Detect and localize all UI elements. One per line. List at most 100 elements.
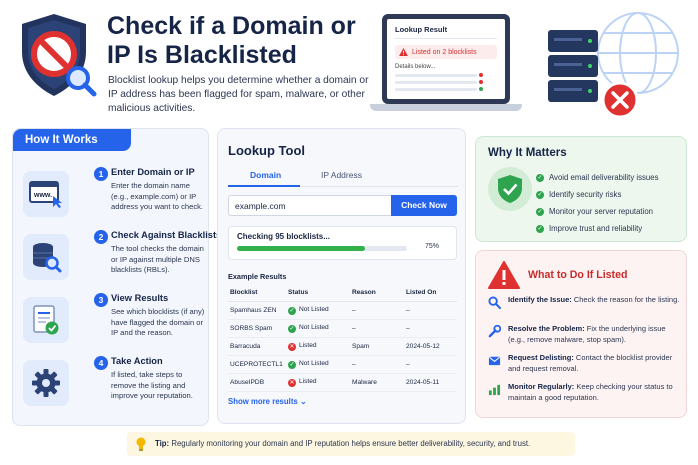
how-it-works-card: How It Works www. 1 Enter Domain or IP E… xyxy=(12,128,221,426)
step-4: 4 Take Action If listed, take steps to r… xyxy=(19,354,207,418)
check-icon: ✓ xyxy=(288,361,296,369)
list-item-text: Monitor your server reputation xyxy=(549,207,654,216)
what-to-do-title: What to Do If Listed xyxy=(528,269,628,281)
page-title: Check if a Domain or IP Is Blacklisted xyxy=(107,12,356,69)
column-header: Status xyxy=(286,286,350,302)
example-results-label: Example Results xyxy=(228,272,287,281)
reason-cell: – xyxy=(350,301,404,320)
tip-label: Tip: xyxy=(155,439,170,448)
why-it-matters-card: Why It Matters ✓ Avoid email deliverabili… xyxy=(475,136,687,242)
action-text: Monitor Regularly: Keep checking your st… xyxy=(508,382,682,403)
show-more-label: Show more results xyxy=(228,397,298,406)
listed-alert: Listed on 2 blocklists xyxy=(395,45,497,59)
action-item: Identify the Issue: Check the reason for… xyxy=(486,295,682,325)
step-description: Enter the domain name (e.g., example.com… xyxy=(111,181,204,211)
list-item: ✓ Improve trust and reliability xyxy=(536,220,659,237)
listed-on-cell: – xyxy=(404,301,457,320)
column-header: Listed On xyxy=(404,286,457,302)
listed-on-cell: 2024-05-12 xyxy=(404,337,457,356)
detail-line xyxy=(395,87,483,91)
action-text: Resolve the Problem: Fix the underlying … xyxy=(508,324,682,345)
step-title: Take Action xyxy=(111,356,163,366)
step-description: The tool checks the domain or IP against… xyxy=(111,244,204,274)
reason-cell: Malware xyxy=(350,373,404,392)
step-number: 1 xyxy=(94,167,108,181)
table-row: AbuseIPDB ✕ Listed Malware 2024-05-11 xyxy=(228,373,457,392)
how-it-works-title: How It Works xyxy=(13,129,131,151)
table-header-row: Blocklist Status Reason Listed On xyxy=(228,286,457,302)
www-cursor-icon: www. xyxy=(23,171,69,217)
show-more-link[interactable]: Show more results ⌄ xyxy=(228,397,306,406)
action-text: Request Delisting: Contact the blocklist… xyxy=(508,353,682,374)
table-row: Spamhaus ZEN ✓ Not Listed – – xyxy=(228,301,457,320)
status-text: Not Listed xyxy=(299,324,329,331)
bar-chart-icon xyxy=(488,384,501,396)
why-it-matters-list: ✓ Avoid email deliverability issues ✓ Iden… xyxy=(536,169,659,237)
tip-banner: Tip: Regularly monitoring your domain an… xyxy=(127,432,575,456)
tab-domain[interactable]: Domain xyxy=(250,170,281,180)
warning-icon xyxy=(399,48,408,56)
progress-bar xyxy=(237,246,407,251)
progress-percent: 75% xyxy=(425,243,440,250)
list-item-text: Avoid email deliverability issues xyxy=(549,173,659,182)
page-subtitle: Blocklist lookup helps you determine whe… xyxy=(108,75,369,114)
reason-cell: – xyxy=(350,355,404,374)
action-item: Monitor Regularly: Keep checking your st… xyxy=(486,382,682,412)
shield-check-icon xyxy=(488,167,532,211)
database-search-icon xyxy=(23,234,69,280)
action-title: Monitor Regularly: xyxy=(508,382,575,391)
warning-icon xyxy=(488,261,520,289)
blocklist-cell: AbuseIPDB xyxy=(228,373,286,392)
status-cell: ✓ Not Listed xyxy=(286,355,350,374)
active-tab-indicator xyxy=(228,185,300,187)
step-number: 4 xyxy=(94,356,108,370)
server-globe-icon xyxy=(548,12,679,119)
report-check-icon xyxy=(23,297,69,343)
lookup-tool-card: Lookup Tool Domain IP Address Check Now … xyxy=(217,128,466,424)
action-item: Request Delisting: Contact the blocklist… xyxy=(486,353,682,383)
error-icon: ✕ xyxy=(288,343,296,351)
lightbulb-icon xyxy=(136,437,146,451)
lookup-tool-title: Lookup Tool xyxy=(228,143,306,158)
action-title: Identify the Issue: xyxy=(508,295,572,304)
step-description: See which blocklists (if any) have flagg… xyxy=(111,307,205,337)
table-row: UCEPROTECTL1 ✓ Not Listed – – xyxy=(228,355,457,374)
what-to-do-card: What to Do If Listed Identify the Issue:… xyxy=(475,250,687,418)
list-item: ✓ Monitor your server reputation xyxy=(536,203,659,220)
list-item-text: Identify security risks xyxy=(549,190,622,199)
status-cell: ✓ Not Listed xyxy=(286,319,350,338)
status-cell: ✕ Listed xyxy=(286,337,350,356)
step-2: 2 Check Against Blacklists The tool chec… xyxy=(19,228,221,292)
status-text: Not Listed xyxy=(299,360,329,367)
check-icon: ✓ xyxy=(536,190,544,199)
status-cell: ✕ Listed xyxy=(286,373,350,392)
lookup-result-title: Lookup Result xyxy=(395,25,497,39)
check-now-button[interactable]: Check Now xyxy=(391,195,457,216)
details-text: Details below... xyxy=(395,64,436,70)
blocklist-cell: Barracuda xyxy=(228,337,286,356)
gear-icon xyxy=(23,360,69,406)
laptop-illustration: Lookup Result Listed on 2 blocklists Det… xyxy=(370,14,522,124)
svg-text:www.: www. xyxy=(33,192,52,199)
why-it-matters-title: Why It Matters xyxy=(488,147,567,159)
step-1: www. 1 Enter Domain or IP Enter the doma… xyxy=(19,165,207,229)
step-number: 2 xyxy=(94,230,108,244)
step-title: View Results xyxy=(111,293,169,303)
table-row: Barracuda ✕ Listed Spam 2024-05-12 xyxy=(228,337,457,356)
step-title: Check Against Blacklists xyxy=(111,230,222,240)
check-icon: ✓ xyxy=(536,207,544,216)
step-number: 3 xyxy=(94,293,108,307)
tab-ip-address[interactable]: IP Address xyxy=(321,170,362,180)
tip-text: Regularly monitoring your domain and IP … xyxy=(169,439,531,448)
domain-input[interactable] xyxy=(228,195,392,216)
progress-panel: Checking 95 blocklists... 75% xyxy=(228,226,457,260)
list-item-text: Improve trust and reliability xyxy=(549,224,643,233)
step-title: Enter Domain or IP xyxy=(111,167,195,177)
check-icon: ✓ xyxy=(288,325,296,333)
status-text: Listed xyxy=(299,342,317,349)
wrench-icon xyxy=(488,325,501,338)
listed-alert-text: Listed on 2 blocklists xyxy=(412,48,477,56)
action-title: Request Delisting: xyxy=(508,353,574,362)
list-item: ✓ Identify security risks xyxy=(536,186,659,203)
blocklist-cell: Spamhaus ZEN xyxy=(228,301,286,320)
